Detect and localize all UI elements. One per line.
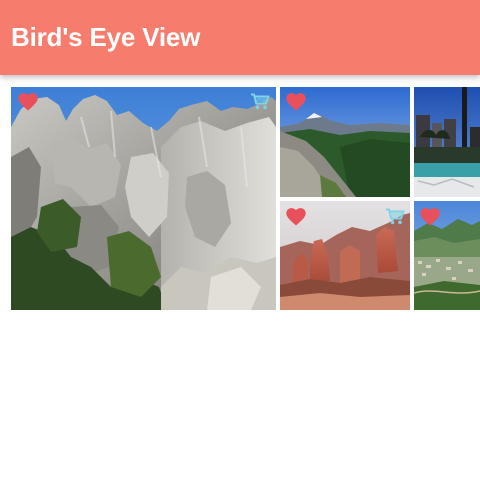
cart-icon[interactable] <box>250 93 270 110</box>
photo-gallery <box>0 75 480 480</box>
gallery-tile-4[interactable] <box>280 201 410 310</box>
cart-icon[interactable] <box>385 208 405 225</box>
favorite-heart-icon[interactable] <box>420 208 440 226</box>
favorite-heart-icon[interactable] <box>18 93 38 111</box>
gallery-tile-5[interactable] <box>414 201 480 310</box>
favorite-heart-icon[interactable] <box>286 93 306 111</box>
favorite-heart-icon[interactable] <box>286 208 306 226</box>
photo-granite-crags <box>11 87 276 310</box>
gallery-tile-1[interactable] <box>11 87 276 310</box>
app-title: Bird's Eye View <box>11 22 201 52</box>
gallery-tile-3[interactable] <box>414 87 480 197</box>
app-bar: Bird's Eye View <box>0 0 480 75</box>
gallery-tile-2[interactable] <box>280 87 410 197</box>
photo-city-skyline <box>414 87 480 197</box>
